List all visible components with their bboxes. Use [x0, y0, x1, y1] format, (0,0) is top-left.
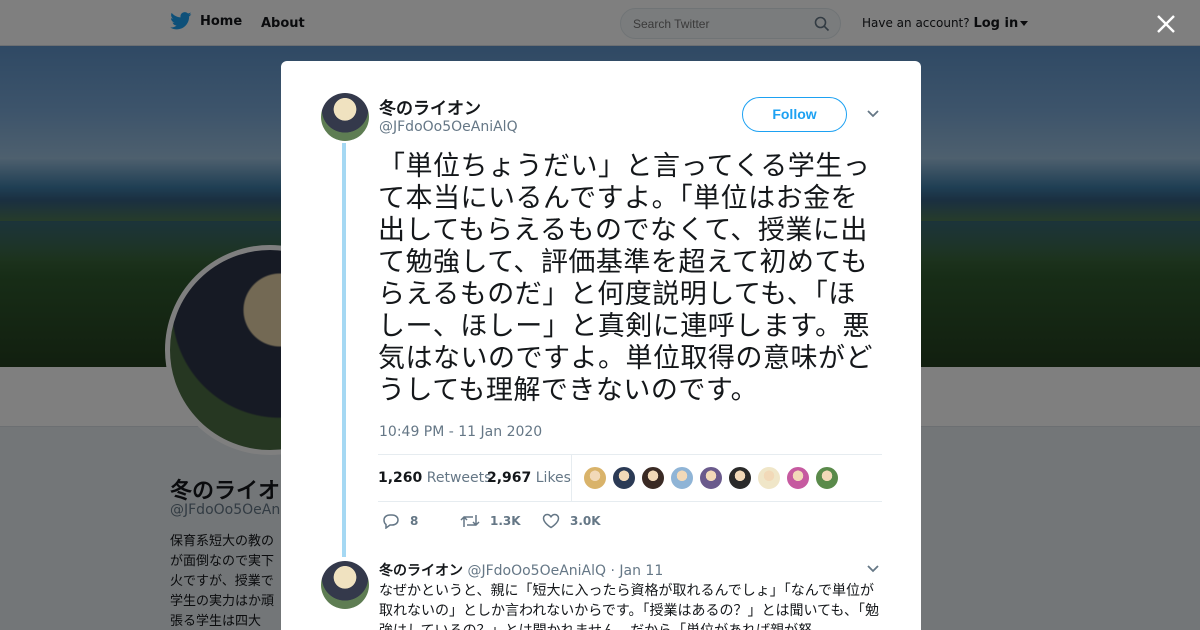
liker-avatar[interactable]	[786, 466, 810, 490]
reply-text: なぜかというと、親に「短大に入ったら資格が取れるんでしょ」「なんで単位が取れない…	[379, 583, 879, 630]
tweet-author-avatar[interactable]	[321, 93, 369, 141]
retweet-short-count: 1.3K	[490, 514, 521, 528]
retweet-stat[interactable]: 1,260 Retweets	[378, 470, 491, 486]
likes-label: Likes	[535, 470, 571, 486]
heart-icon	[542, 513, 560, 529]
reply-author-handle[interactable]: @JFdoOo5OeAniAlQ	[467, 563, 606, 579]
tweet-actions: 8 1.3K 3.0K	[378, 513, 678, 533]
close-icon[interactable]	[1154, 12, 1178, 36]
reply-date[interactable]: · Jan 11	[611, 563, 664, 579]
like-action[interactable]: 3.0K	[542, 513, 601, 529]
tweet-modal: 冬のライオン @JFdoOo5OeAniAlQ Follow 「単位ちょうだい」…	[281, 61, 921, 630]
liker-avatar[interactable]	[757, 466, 781, 490]
tweet-author-name[interactable]: 冬のライオン	[379, 94, 481, 119]
liker-avatar[interactable]	[728, 466, 752, 490]
tweet-author-handle[interactable]: @JFdoOo5OeAniAlQ	[379, 119, 518, 135]
reply-author-avatar[interactable]	[321, 561, 369, 609]
chevron-down-icon[interactable]	[866, 109, 880, 119]
thread-connector-line	[342, 143, 346, 557]
liker-avatar[interactable]	[612, 466, 636, 490]
retweet-label: Retweets	[426, 470, 492, 486]
retweet-icon	[460, 515, 480, 527]
tweet-stats: 1,260 Retweets 2,967 Likes	[378, 454, 882, 502]
stats-divider	[571, 455, 572, 501]
liker-avatar[interactable]	[815, 466, 839, 490]
reply-action[interactable]: 8	[382, 513, 418, 529]
reply-author-name[interactable]: 冬のライオン	[379, 563, 463, 579]
tweet-timestamp[interactable]: 10:49 PM - 11 Jan 2020	[379, 424, 542, 440]
reply-icon	[383, 514, 399, 529]
liker-avatar[interactable]	[670, 466, 694, 490]
reply-header: 冬のライオン @JFdoOo5OeAniAlQ · Jan 11	[379, 560, 663, 580]
follow-button[interactable]: Follow	[742, 97, 847, 132]
likes-stat[interactable]: 2,967 Likes	[487, 470, 571, 486]
retweet-action[interactable]: 1.3K	[460, 513, 521, 529]
like-short-count: 3.0K	[570, 514, 601, 528]
tweet-text: 「単位ちょうだい」と言ってくる学生って本当にいるんですよ。「単位はお金を出しても…	[378, 151, 873, 406]
liker-avatar[interactable]	[641, 466, 665, 490]
retweet-count: 1,260	[378, 470, 423, 486]
reply-chevron-down-icon[interactable]	[866, 564, 880, 574]
liker-avatar[interactable]	[699, 466, 723, 490]
likes-count: 2,967	[487, 470, 532, 486]
liker-avatar[interactable]	[583, 466, 607, 490]
reply-count: 8	[410, 514, 419, 528]
